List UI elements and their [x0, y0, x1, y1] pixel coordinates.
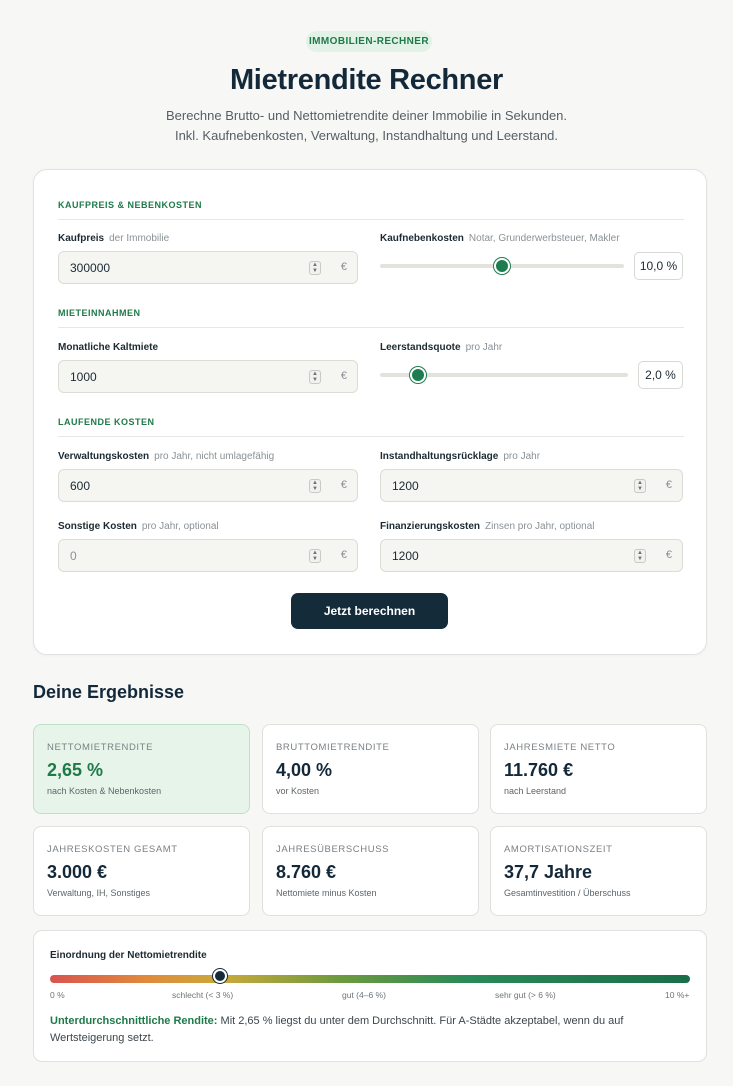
- result-note: Nettomiete minus Kosten: [276, 888, 377, 898]
- kaufpreis-hint: der Immobilie: [109, 233, 170, 244]
- result-label: NETTOMIETRENDITE: [47, 742, 154, 753]
- result-value: 8.760 €: [276, 862, 337, 882]
- calculator-form-card: KAUFPREIS & NEBENKOSTEN Kaufpreis der Imm…: [33, 169, 707, 655]
- verwaltung-input[interactable]: 600 ▲ ▼ €: [58, 469, 358, 502]
- scale-explanation: Unterdurchschnittliche Rendite: Mit 2,65…: [50, 1013, 670, 1047]
- result-value: 11.760 €: [504, 760, 574, 780]
- result-card-jahresueberschuss: JAHRESÜBERSCHUSS 8.760 € Nettomiete minu…: [262, 826, 479, 916]
- scale-verdict: Unterdurchschnittliche Rendite:: [50, 1015, 218, 1027]
- result-note: nach Kosten & Nebenkosten: [47, 786, 162, 796]
- result-note: nach Leerstand: [504, 786, 567, 796]
- kaufnebenkosten-value: 10,0 %: [634, 252, 683, 280]
- finanzierung-label: Finanzierungskosten Zinsen pro Jahr, opti…: [380, 521, 595, 532]
- result-card-jahreskosten: JAHRESKOSTEN GESAMT 3.000 € Verwaltung, …: [33, 826, 250, 916]
- results-heading: Deine Ergebnisse: [33, 682, 185, 702]
- leerstandsquote-hint: pro Jahr: [465, 342, 503, 353]
- kaltmiete-input[interactable]: 1000 ▲ ▼ €: [58, 360, 358, 393]
- verwaltung-hint: pro Jahr, nicht umlagefähig: [154, 451, 275, 462]
- leerstandsquote-label: Leerstandsquote pro Jahr: [380, 342, 502, 353]
- result-label: JAHRESMIETE NETTO: [504, 742, 616, 753]
- rendite-scale-card: Einordnung der Nettomietrendite 0 % schl…: [33, 930, 707, 1062]
- rendite-scale-marker: [213, 969, 227, 983]
- section-heading-income: MIETEINNAHMEN: [58, 308, 684, 328]
- scale-tick-schlecht: schlecht (< 3 %): [172, 990, 234, 1000]
- result-card-jahresmiete-netto: JAHRESMIETE NETTO 11.760 € nach Leerstan…: [490, 724, 707, 814]
- finanzierung-stepper-icon[interactable]: ▲ ▼: [634, 549, 646, 563]
- subtitle-line-2: Inkl. Kaufnebenkosten, Verwaltung, Insta…: [174, 128, 559, 143]
- instandhaltung-unit: €: [665, 479, 672, 491]
- calculate-button[interactable]: Jetzt berechnen: [291, 593, 448, 629]
- finanzierung-unit: €: [665, 549, 672, 561]
- sonstige-label: Sonstige Kosten pro Jahr, optional: [58, 521, 219, 532]
- instandhaltung-stepper-icon[interactable]: ▲ ▼: [634, 479, 646, 493]
- kaufpreis-unit: €: [340, 261, 347, 273]
- sonstige-stepper-icon[interactable]: ▲ ▼: [309, 549, 321, 563]
- instandhaltung-value: 1200: [392, 479, 419, 493]
- verwaltung-unit: €: [340, 479, 347, 491]
- finanzierung-input[interactable]: 1200 ▲ ▼ €: [380, 539, 683, 572]
- scale-tick-sehr-gut: sehr gut (> 6 %): [495, 990, 556, 1000]
- sonstige-label-text: Sonstige Kosten: [58, 521, 137, 532]
- section-heading-purchase: KAUFPREIS & NEBENKOSTEN: [58, 200, 684, 220]
- category-badge: IMMOBILIEN-RECHNER: [306, 31, 432, 52]
- scale-title: Einordnung der Nettomietrendite: [50, 950, 207, 961]
- kaufnebenkosten-slider-thumb[interactable]: [494, 258, 510, 274]
- kaufpreis-input[interactable]: 300000 ▲ ▼ €: [58, 251, 358, 284]
- result-label: AMORTISATIONSZEIT: [504, 844, 613, 855]
- result-label: JAHRESÜBERSCHUSS: [276, 844, 390, 855]
- leerstandsquote-value: 2,0 %: [638, 361, 683, 389]
- result-value: 4,00 %: [276, 760, 333, 780]
- sonstige-hint: pro Jahr, optional: [141, 521, 219, 532]
- result-value: 37,7 Jahre: [504, 862, 593, 882]
- result-card-netto-rendite: NETTOMIETRENDITE 2,65 % nach Kosten & Ne…: [33, 724, 250, 814]
- instandhaltung-label-text: Instandhaltungsrücklage: [380, 451, 499, 462]
- result-note: vor Kosten: [276, 786, 320, 796]
- kaltmiete-stepper-icon[interactable]: ▲ ▼: [309, 370, 321, 384]
- subtitle-line-1: Berechne Brutto- und Nettomietrendite de…: [165, 108, 568, 123]
- finanzierung-label-text: Finanzierungskosten: [380, 521, 481, 532]
- instandhaltung-input[interactable]: 1200 ▲ ▼ €: [380, 469, 683, 502]
- result-note: Verwaltung, IH, Sonstiges: [47, 888, 151, 898]
- result-value: 3.000 €: [47, 862, 108, 882]
- instandhaltung-hint: pro Jahr: [503, 451, 541, 462]
- kaufpreis-value: 300000: [70, 261, 111, 275]
- section-heading-costs: LAUFENDE KOSTEN: [58, 417, 684, 437]
- kaltmiete-value: 1000: [70, 370, 97, 384]
- instandhaltung-label: Instandhaltungsrücklage pro Jahr: [380, 451, 540, 462]
- finanzierung-value: 1200: [392, 549, 419, 563]
- page-subtitle: Berechne Brutto- und Nettomietrendite de…: [0, 106, 733, 146]
- kaufpreis-label-text: Kaufpreis: [58, 233, 105, 244]
- result-card-brutto-rendite: BRUTTOMIETRENDITE 4,00 % vor Kosten: [262, 724, 479, 814]
- kaltmiete-label: Monatliche Kaltmiete: [58, 342, 158, 353]
- verwaltung-label-text: Verwaltungskosten: [58, 451, 150, 462]
- kaltmiete-label-text: Monatliche Kaltmiete: [58, 342, 159, 353]
- kaltmiete-unit: €: [340, 370, 347, 382]
- result-label: BRUTTOMIETRENDITE: [276, 742, 390, 753]
- scale-tick-0: 0 %: [50, 990, 65, 1000]
- result-label: JAHRESKOSTEN GESAMT: [47, 844, 178, 855]
- scale-tick-max: 10 %+: [665, 990, 690, 1000]
- kaufnebenkosten-hint: Notar, Grunderwerbsteuer, Makler: [468, 233, 620, 244]
- verwaltung-value: 600: [70, 479, 91, 493]
- sonstige-input[interactable]: 0 ▲ ▼ €: [58, 539, 358, 572]
- leerstandsquote-slider-thumb[interactable]: [410, 367, 426, 383]
- kaufnebenkosten-label-text: Kaufnebenkosten: [380, 233, 464, 244]
- verwaltung-stepper-icon[interactable]: ▲ ▼: [309, 479, 321, 493]
- result-value: 2,65 %: [47, 760, 104, 780]
- leerstandsquote-slider[interactable]: [380, 367, 628, 383]
- rendite-scale-bar: [50, 975, 690, 983]
- verwaltung-label: Verwaltungskosten pro Jahr, nicht umlagef…: [58, 451, 274, 462]
- scale-tick-gut: gut (4–6 %): [342, 990, 386, 1000]
- kaufpreis-stepper-icon[interactable]: ▲ ▼: [309, 261, 321, 275]
- finanzierung-hint: Zinsen pro Jahr, optional: [485, 521, 595, 532]
- sonstige-unit: €: [340, 549, 347, 561]
- result-note: Gesamtinvestition / Überschuss: [504, 888, 631, 898]
- kaufnebenkosten-label: Kaufnebenkosten Notar, Grunderwerbsteuer,…: [380, 233, 620, 244]
- page-title: Mietrendite Rechner: [229, 64, 504, 96]
- result-card-amortisationszeit: AMORTISATIONSZEIT 37,7 Jahre Gesamtinves…: [490, 826, 707, 916]
- kaufpreis-label: Kaufpreis der Immobilie: [58, 233, 169, 244]
- kaufnebenkosten-slider[interactable]: [380, 258, 624, 274]
- sonstige-placeholder: 0: [70, 549, 77, 563]
- leerstandsquote-label-text: Leerstandsquote: [380, 342, 461, 353]
